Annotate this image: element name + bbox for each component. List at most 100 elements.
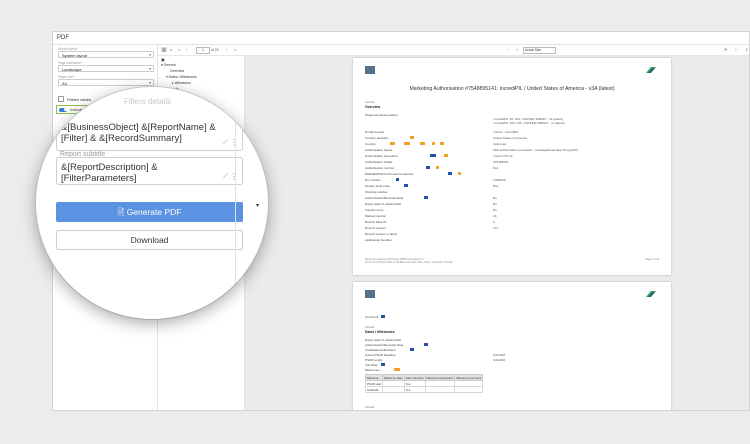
field-label: Country: [365, 142, 376, 146]
field-label: Application Number: [365, 238, 392, 242]
field-value: LORENZ: [493, 178, 506, 182]
tree-item-overview[interactable]: Overview: [170, 69, 184, 73]
panel-divider: [235, 87, 236, 319]
checkbox-box[interactable]: [58, 96, 64, 102]
table-row: Country Approved: [365, 142, 659, 147]
table-row: Authorisation holder 475488141: [365, 160, 659, 165]
resize-icon[interactable]: ⟋: [223, 139, 228, 147]
field-label: Authorisation procedure: [365, 154, 398, 158]
general-label: General: [365, 406, 375, 409]
table-row: Marked version 16: [365, 214, 659, 219]
zoom-in-icon[interactable]: +: [516, 47, 518, 52]
status-badge: [424, 196, 429, 199]
status-badge: [396, 178, 400, 181]
flatten-tables-checkbox[interactable]: Flatten tables: [58, 96, 91, 102]
status-badge: [424, 343, 429, 346]
document-icon: 🗎: [117, 207, 127, 217]
report-subtitle-value: &[ReportDescription] &[FilterParameters]: [61, 162, 158, 184]
field-label: Record version is latest: [365, 232, 398, 236]
report-title-value: &[BusinessObject] &[ReportName] &[Filter…: [61, 122, 216, 144]
more-vertical-icon[interactable]: ⋮: [230, 138, 238, 147]
page-orientation-select[interactable]: Landscape ▾: [58, 65, 154, 72]
download-icon[interactable]: ⇩: [745, 47, 748, 52]
generate-pdf-button[interactable]: 🗎 Generate PDF: [56, 202, 243, 222]
status-badge: [390, 142, 395, 145]
field-value: No: [493, 196, 497, 200]
table-row: Record version is latest: [365, 232, 659, 237]
sidebar-toggle-button[interactable]: ▥: [161, 46, 167, 52]
field-label: Authorisation/Renewal Date: [365, 343, 404, 347]
table-cell: Initial MA: [365, 386, 383, 393]
field-value: Lorenz - incrediPIL: [493, 130, 519, 134]
prev-page-icon[interactable]: ‹: [186, 47, 187, 52]
field-label: Info Date: [365, 363, 378, 367]
field-value: Approved: [493, 142, 507, 146]
page-orientation-value: Landscape: [62, 67, 82, 72]
rotate-icon[interactable]: ⟳: [724, 47, 727, 52]
caret-down-icon[interactable]: ▾: [256, 202, 259, 209]
sidebar-toggle-icon[interactable]: ▣: [161, 57, 165, 62]
field-label: Marked version: [365, 214, 387, 218]
milestones-table: Milestone Milestone Date Date unknown Mi…: [365, 374, 484, 393]
field-label: Record base ID: [365, 220, 387, 224]
more-vertical-icon[interactable]: ⋮: [230, 172, 238, 181]
paper-size-select[interactable]: A4 ▾: [58, 79, 154, 86]
general-label: General: [365, 326, 375, 329]
field-label: Authorisation holder: [365, 160, 393, 164]
paper-size-value: A4: [62, 81, 67, 86]
download-label: Download: [130, 235, 169, 245]
first-page-icon[interactable]: «: [178, 47, 180, 52]
tree-item-label: General: [163, 63, 176, 67]
general-label: General: [365, 101, 375, 104]
field-label: Sender local code: [365, 184, 390, 188]
report-subtitle-field[interactable]: &[ReportDescription] &[FilterParameters]…: [56, 157, 243, 185]
toggle-switch[interactable]: [59, 107, 67, 112]
pharma-value-row: • incrediPIL 100- N/A, COATED TABLET - v…: [365, 121, 659, 126]
tree-item-milestones[interactable]: ▸ Milestones: [172, 81, 191, 85]
table-row: Product name Lorenz - incrediPIL: [365, 130, 659, 135]
tree-item-general[interactable]: ▾ General: [161, 63, 176, 67]
report-title-field[interactable]: &[BusinessObject] &[ReportName] &[Filter…: [56, 113, 243, 151]
field-value: N/A: [493, 184, 499, 188]
next-page-icon[interactable]: ›: [226, 47, 227, 52]
field-value: 16: [493, 214, 497, 218]
field-label: Country authority: [365, 136, 389, 140]
zoom-select[interactable]: Actual Size: [523, 47, 556, 54]
status-badge: [432, 142, 436, 145]
status-badge: [381, 315, 386, 318]
search-icon[interactable]: ⌕: [170, 47, 172, 52]
status-badge: [448, 172, 453, 175]
status-badge: [458, 172, 462, 175]
field-label: Active PSUR deadline: [365, 353, 396, 357]
field-value: 5/1/2026: [493, 353, 506, 357]
table-row: EU number LORENZ: [365, 178, 659, 183]
pdf-viewer[interactable]: Marketing Authorisation #7548895141: inc…: [245, 56, 749, 410]
table-row: Authorisation procedure Lorenz IVR ok: [365, 154, 659, 159]
field-value: Yes: [493, 226, 499, 230]
table-row: Record version Yes: [365, 226, 659, 231]
report-layout-select[interactable]: System layout ▾: [58, 51, 154, 58]
table-row: Sender local code N/A: [365, 184, 659, 189]
page-total: of 23: [211, 47, 219, 52]
status-badge: [404, 142, 411, 145]
status-badge: [430, 154, 436, 157]
resize-icon[interactable]: ⟋: [223, 173, 228, 181]
field-label: Product name: [365, 130, 385, 134]
tree-item-dates[interactable]: ▾ Dates / Milestones: [166, 75, 197, 79]
page-number-input[interactable]: 1: [196, 47, 210, 54]
presentation-icon[interactable]: ⛶: [735, 47, 738, 52]
last-page-icon[interactable]: »: [234, 47, 236, 52]
company-logo: [365, 290, 375, 298]
field-value: 475488141: [493, 160, 509, 164]
field-label: Comment: [365, 315, 379, 319]
status-badge: [436, 166, 440, 169]
tree-item-label: Dates / Milestones: [168, 75, 197, 79]
field-value: FDA authorisation procedure - Investigat…: [493, 148, 578, 152]
zoom-out-icon[interactable]: −: [507, 47, 509, 52]
field-value: United States of America: [493, 136, 528, 140]
table-row: Working number: [365, 190, 659, 195]
table-row: EMA/MAP/NCA Procedure Number: [365, 172, 659, 177]
company-logo: [365, 66, 375, 74]
tree-item-label: Milestones: [174, 81, 191, 85]
download-button[interactable]: Download: [56, 230, 243, 250]
